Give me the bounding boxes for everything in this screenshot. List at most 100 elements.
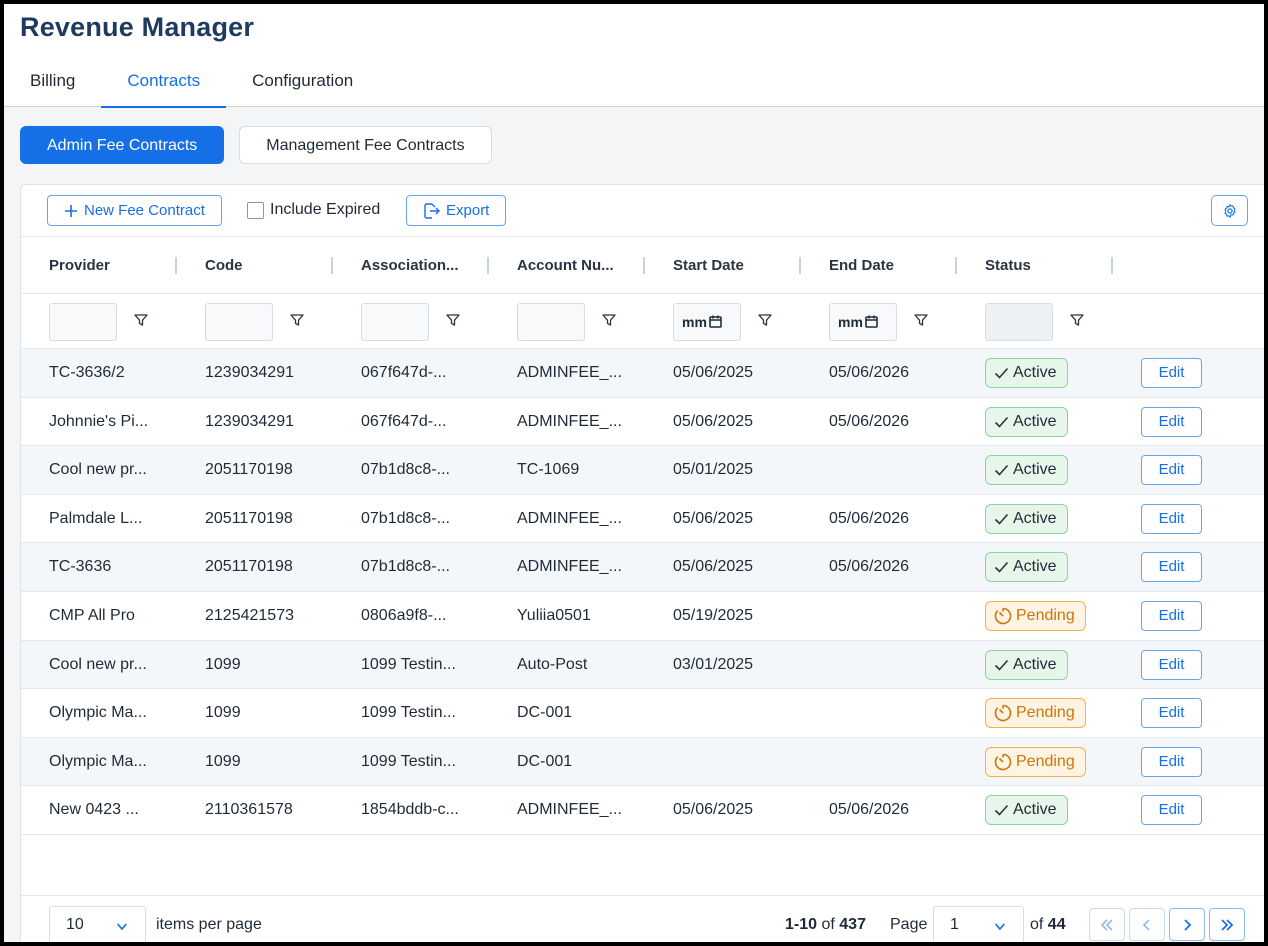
export-icon — [424, 202, 440, 219]
column-header-status[interactable]: Status — [985, 237, 1031, 294]
contract-type-tabs: Admin Fee Contracts Management Fee Contr… — [20, 126, 492, 164]
edit-button[interactable]: Edit — [1141, 795, 1202, 826]
status-label: Active — [1013, 364, 1057, 381]
next-page-button[interactable] — [1169, 908, 1205, 941]
column-resize-handle[interactable] — [643, 257, 645, 274]
tab-management-fee-contracts[interactable]: Management Fee Contracts — [239, 126, 492, 164]
filter-icon[interactable] — [1069, 312, 1085, 328]
cell-association: 1099 Testin... — [361, 655, 456, 673]
table-row[interactable]: Johnnie's Pi... 1239034291 067f647d-... ADM… — [21, 398, 1264, 447]
column-header-account-number[interactable]: Account Nu... — [517, 237, 614, 294]
edit-button[interactable]: Edit — [1141, 649, 1202, 680]
cell-association: 1854bddb-c... — [361, 801, 459, 819]
cell-provider: New 0423 ... — [49, 801, 139, 819]
column-resize-handle[interactable] — [331, 257, 333, 274]
edit-button[interactable]: Edit — [1141, 600, 1202, 631]
table-row[interactable]: TC-3636/2 1239034291 067f647d-... ADMINFEE_… — [21, 349, 1264, 398]
status-badge: Active — [985, 503, 1068, 534]
status-label: Active — [1013, 412, 1057, 430]
first-page-button[interactable] — [1089, 908, 1125, 941]
table-header: Provider Code Association... Account Nu.… — [21, 237, 1264, 294]
pager-of: of — [821, 916, 835, 933]
table-row[interactable]: Cool new pr... 1099 1099 Testin... Auto-Pos… — [21, 640, 1264, 690]
cell-code: 1239034291 — [205, 412, 294, 430]
status-filter-input[interactable] — [985, 303, 1053, 341]
edit-button[interactable]: Edit — [1141, 746, 1202, 777]
status-label: Pending — [1016, 704, 1075, 722]
table-row[interactable]: TC-3636 2051170198 07b1d8c8-... ADMINFEE_..… — [21, 543, 1264, 592]
cell-association: 07b1d8c8-... — [361, 509, 450, 527]
end-date-filter-input[interactable]: mm — [829, 303, 897, 341]
page-number-select[interactable]: 1 — [933, 906, 1024, 942]
column-resize-handle[interactable] — [487, 257, 489, 274]
app-window: Revenue Manager Billing Contracts Config… — [4, 4, 1264, 942]
page-size-value: 10 — [66, 916, 84, 933]
status-badge: Active — [985, 649, 1068, 680]
timer-icon — [994, 607, 1012, 625]
cell-account-number: DC-001 — [517, 752, 573, 770]
new-fee-contract-button[interactable]: New Fee Contract — [47, 195, 222, 226]
column-resize-handle[interactable] — [1111, 257, 1113, 274]
start-date-filter-input[interactable]: mm — [673, 303, 741, 341]
table-row[interactable]: Olympic Ma... 1099 1099 Testin... DC-001 Pen… — [21, 737, 1264, 787]
association-filter-input[interactable] — [361, 303, 429, 341]
code-filter-input[interactable] — [205, 303, 273, 341]
account-filter-input[interactable] — [517, 303, 585, 341]
status-badge: Pending — [985, 698, 1086, 729]
table-row[interactable]: Olympic Ma... 1099 1099 Testin... DC-001 Pen… — [21, 689, 1264, 738]
column-resize-handle[interactable] — [955, 257, 957, 274]
export-button[interactable]: Export — [406, 195, 507, 226]
column-header-provider[interactable]: Provider — [49, 237, 110, 294]
column-header-end-date[interactable]: End Date — [829, 237, 894, 294]
edit-button[interactable]: Edit — [1141, 455, 1202, 486]
include-expired-checkbox[interactable] — [247, 201, 264, 219]
cell-start-date: 05/06/2025 — [673, 509, 754, 527]
cell-start-date: 05/06/2025 — [673, 801, 754, 819]
cell-provider: Olympic Ma... — [49, 704, 147, 722]
status-label: Active — [1013, 655, 1057, 673]
end-date-filter-value: mm — [838, 314, 863, 330]
calendar-icon[interactable] — [709, 315, 722, 328]
edit-button[interactable]: Edit — [1141, 358, 1202, 388]
calendar-icon[interactable] — [865, 315, 878, 328]
edit-button[interactable]: Edit — [1141, 503, 1202, 534]
filter-icon[interactable] — [289, 312, 305, 328]
column-header-code[interactable]: Code — [205, 237, 243, 294]
provider-filter-input[interactable] — [49, 303, 117, 341]
column-resize-handle[interactable] — [799, 257, 801, 274]
cell-account-number: ADMINFEE_... — [517, 364, 622, 381]
filter-icon[interactable] — [445, 312, 461, 328]
filter-icon[interactable] — [601, 312, 617, 328]
tab-contracts[interactable]: Contracts — [101, 62, 226, 108]
column-header-association[interactable]: Association... — [361, 237, 459, 294]
timer-icon — [994, 753, 1012, 771]
table-row[interactable]: CMP All Pro 2125421573 0806a9f8-... Yuliia0… — [21, 592, 1264, 641]
include-expired-toggle[interactable]: Include Expired — [247, 201, 380, 219]
edit-button[interactable]: Edit — [1141, 552, 1202, 583]
cell-provider: Palmdale L... — [49, 509, 143, 527]
table-row[interactable]: Palmdale L... 2051170198 07b1d8c8-... ADMIN… — [21, 495, 1264, 544]
tab-admin-fee-contracts[interactable]: Admin Fee Contracts — [20, 126, 225, 164]
status-badge: Active — [985, 455, 1068, 486]
status-badge: Active — [985, 552, 1068, 583]
edit-button[interactable]: Edit — [1141, 406, 1202, 437]
status-badge: Active — [985, 795, 1068, 826]
page-size-select[interactable]: 10 — [49, 906, 146, 942]
tab-configuration[interactable]: Configuration — [226, 62, 379, 107]
check-icon — [994, 465, 1009, 476]
grid-settings-button[interactable] — [1211, 195, 1248, 226]
filter-icon[interactable] — [913, 312, 929, 328]
table-row[interactable]: Cool new pr... 2051170198 07b1d8c8-... TC-1… — [21, 446, 1264, 495]
pager: 10 items per page 1-10 of 437 Page 1 of … — [21, 895, 1264, 942]
table-row[interactable]: New 0423 ... 2110361578 1854bddb-c... ADMIN… — [21, 786, 1264, 835]
filter-icon[interactable] — [757, 312, 773, 328]
column-header-start-date[interactable]: Start Date — [673, 237, 744, 294]
cell-provider: TC-3636/2 — [49, 364, 125, 381]
column-resize-handle[interactable] — [175, 257, 177, 274]
previous-page-button[interactable] — [1129, 908, 1165, 941]
filter-icon[interactable] — [133, 312, 149, 328]
status-label: Active — [1013, 461, 1057, 479]
tab-billing[interactable]: Billing — [4, 62, 101, 107]
last-page-button[interactable] — [1209, 908, 1245, 941]
edit-button[interactable]: Edit — [1141, 698, 1202, 729]
